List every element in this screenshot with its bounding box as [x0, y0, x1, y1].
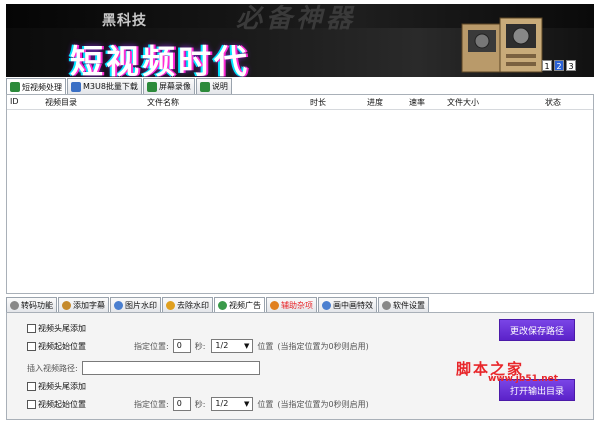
tab-label: 转码功能: [21, 300, 53, 310]
tab-m3u8-download[interactable]: M3U8批量下载: [67, 78, 142, 94]
position-select-value-2: 1/2: [215, 399, 229, 408]
seconds-input-1[interactable]: 0: [172, 339, 191, 353]
head-add-checkbox[interactable]: [27, 324, 36, 333]
top-tabs: 短视频处理 M3U8批量下载 屏幕录像 说明: [6, 78, 232, 95]
help-icon: [199, 81, 210, 92]
tab-label: 短视频处理: [22, 82, 62, 92]
tab-label: 画中画特效: [333, 300, 373, 310]
start-pos-checkbox-2[interactable]: [27, 399, 36, 409]
pager-3[interactable]: 3: [566, 60, 576, 71]
tail-add-label: 视频头尾添加: [38, 382, 86, 391]
tab-pip-effect[interactable]: 画中画特效: [318, 297, 377, 312]
tail-add-row: 视频头尾添加: [27, 381, 86, 392]
tab-add-subtitle[interactable]: 添加字幕: [58, 297, 109, 312]
head-add-label: 视频头尾添加: [38, 324, 86, 333]
download-icon: [71, 81, 81, 92]
specify-pos-label: 指定位置:: [134, 341, 169, 351]
hint-label-2: (当指定位置为0秒则启用): [277, 399, 369, 409]
hint-label: (当指定位置为0秒则启用): [277, 341, 369, 351]
pager-1[interactable]: 1: [542, 60, 552, 71]
position-select-value: 1/2: [215, 341, 229, 350]
start-pos-label: 视频起始位置: [38, 341, 86, 351]
subtitle-icon: [62, 300, 71, 310]
misc-icon: [270, 300, 279, 310]
seconds-input-2[interactable]: 0: [172, 397, 191, 411]
col-status[interactable]: 状态: [545, 97, 561, 108]
position-select-2[interactable]: 1/2 ▼: [211, 397, 254, 411]
tab-transcode[interactable]: 转码功能: [6, 297, 57, 312]
banner-pager: 1 2 3: [542, 60, 576, 71]
start-pos-row: 视频起始位置 指定位置: 0 秒: 1/2 ▼ 位置 (当指定位置为0秒则启用): [27, 339, 369, 353]
chevron-down-icon: ▼: [244, 400, 250, 408]
insert-path-row: 插入视频路径:: [27, 361, 260, 375]
change-save-path-button[interactable]: 更改保存路径: [499, 319, 575, 341]
tab-label: 去除水印: [177, 300, 209, 310]
tab-remove-watermark[interactable]: 去除水印: [162, 297, 213, 312]
video-ad-icon: [218, 300, 227, 310]
tab-label: 屏幕录像: [158, 82, 191, 91]
tab-label: 图片水印: [125, 300, 157, 310]
tab-misc[interactable]: 辅助杂项: [266, 297, 317, 312]
camera-device-icon: [461, 17, 543, 73]
col-video-dir[interactable]: 视频目录: [45, 97, 77, 108]
image-watermark-icon: [114, 300, 123, 310]
start-pos-checkbox[interactable]: [27, 341, 36, 351]
site-watermark-url: www.jb51.net: [488, 374, 559, 384]
remove-watermark-icon: [166, 300, 175, 310]
col-file-name[interactable]: 文件名称: [147, 97, 179, 108]
seconds-label: 秒:: [194, 341, 206, 351]
tab-label: 说明: [211, 82, 228, 91]
position-select-1[interactable]: 1/2 ▼: [211, 339, 254, 353]
tab-settings[interactable]: 软件设置: [378, 297, 429, 312]
start-pos-row-2: 视频起始位置 指定位置: 0 秒: 1/2 ▼ 位置 (当指定位置为0秒则启用): [27, 397, 369, 411]
col-file-size[interactable]: 文件大小: [447, 97, 479, 108]
tab-label: 辅助杂项: [281, 300, 313, 310]
tab-short-video[interactable]: 短视频处理: [6, 78, 66, 95]
col-duration[interactable]: 时长: [310, 97, 326, 108]
tab-label: M3U8批量下载: [83, 82, 138, 91]
seconds-label-2: 秒:: [194, 399, 206, 409]
video-icon: [10, 82, 20, 92]
banner-headline: 短视频时代: [70, 42, 250, 77]
pager-2[interactable]: 2: [554, 60, 564, 71]
col-speed[interactable]: 速率: [409, 97, 425, 108]
list-header: ID 视频目录 文件名称 时长 进度 速率 文件大小 状态: [7, 95, 593, 110]
screen-record-icon: [146, 81, 157, 92]
banner-subtitle: 黑科技: [102, 13, 147, 29]
banner: 黑科技 必备神器 短视频时代 1 2 3: [6, 4, 594, 77]
specify-pos-label-2: 指定位置:: [134, 399, 169, 409]
tab-label: 视频广告: [229, 300, 261, 310]
chevron-down-icon: ▼: [244, 342, 250, 350]
tab-image-watermark[interactable]: 图片水印: [110, 297, 161, 312]
tab-help[interactable]: 说明: [195, 78, 232, 94]
insert-path-input[interactable]: [81, 361, 260, 375]
position-label-2: 位置: [257, 399, 274, 409]
transcode-icon: [10, 300, 19, 310]
tab-video-ad[interactable]: 视频广告: [214, 297, 265, 312]
head-add-row: 视频头尾添加: [27, 323, 86, 334]
bottom-tabs: 转码功能 添加字幕 图片水印 去除水印 视频广告 辅助杂项 画中画特效 软件设置: [6, 297, 429, 312]
tab-screen-record[interactable]: 屏幕录像: [142, 78, 195, 94]
banner-ghost-text: 必备神器: [236, 4, 357, 34]
tab-label: 添加字幕: [73, 300, 105, 310]
insert-path-label: 插入视频路径:: [27, 363, 78, 373]
file-list[interactable]: ID 视频目录 文件名称 时长 进度 速率 文件大小 状态: [6, 94, 594, 294]
position-label: 位置: [257, 341, 274, 351]
start-pos-label-2: 视频起始位置: [38, 399, 86, 409]
pip-icon: [322, 300, 331, 310]
tab-label: 软件设置: [393, 300, 425, 310]
tail-add-checkbox[interactable]: [27, 382, 36, 391]
col-id[interactable]: ID: [10, 97, 19, 106]
settings-icon: [382, 300, 391, 310]
col-progress[interactable]: 进度: [367, 97, 383, 108]
